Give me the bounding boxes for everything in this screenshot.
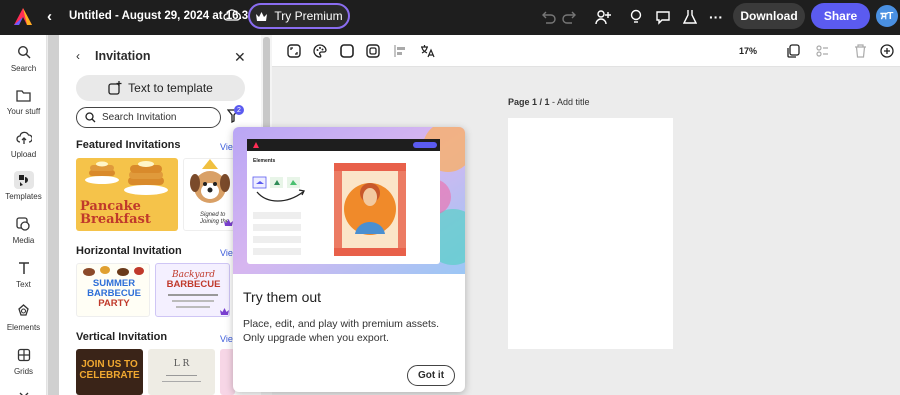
comment-icon[interactable] bbox=[654, 8, 672, 26]
popup-body: Place, edit, and play with premium asset… bbox=[243, 318, 440, 344]
app-logo-icon[interactable] bbox=[13, 7, 33, 27]
rail-item-elements[interactable]: Elements bbox=[0, 302, 47, 332]
add-page-icon[interactable] bbox=[879, 43, 895, 59]
left-rail: Search Your stuff Upload Templates Media… bbox=[0, 35, 47, 395]
dog-illustration bbox=[190, 159, 230, 203]
section-title-featured: Featured Invitations bbox=[76, 139, 181, 151]
thumb-join-line2: CELEBRATE bbox=[79, 370, 140, 381]
cloud-sync-icon[interactable] bbox=[223, 8, 241, 24]
trash-icon[interactable] bbox=[852, 43, 868, 59]
mock-panel-title: Elements bbox=[253, 158, 275, 164]
pages-icon[interactable] bbox=[786, 43, 802, 59]
search-icon bbox=[85, 112, 96, 123]
try-premium-button[interactable]: Try Premium bbox=[248, 3, 350, 29]
share-button[interactable]: Share bbox=[811, 3, 870, 29]
panel-back-icon[interactable]: ‹ bbox=[76, 49, 80, 63]
rail-label: Text bbox=[16, 280, 31, 289]
media-icon bbox=[14, 215, 34, 233]
grid-icon bbox=[14, 346, 34, 364]
palette-icon[interactable] bbox=[312, 43, 328, 59]
text-icon bbox=[14, 259, 34, 277]
thumb-join-line1: JOIN US TO bbox=[81, 359, 138, 370]
rail-item-search[interactable]: Search bbox=[0, 43, 47, 73]
templates-icon bbox=[13, 171, 34, 189]
top-bar: ‹ Untitled - August 29, 2024 at 16.30.58… bbox=[0, 0, 900, 35]
popup-title: Try them out bbox=[243, 289, 322, 305]
zoom-level[interactable]: 17% bbox=[739, 46, 757, 56]
canvas-page[interactable] bbox=[508, 118, 673, 349]
rail-item-media[interactable]: Media bbox=[0, 215, 47, 245]
text-to-template-label: Text to template bbox=[128, 81, 213, 95]
try-them-out-popup: Elements Try them out Place, edit, and p… bbox=[233, 127, 465, 392]
elements-icon bbox=[14, 302, 34, 320]
section-title-horizontal: Horizontal Invitation bbox=[76, 245, 182, 257]
page-number: Page 1 / 1 bbox=[508, 97, 550, 107]
rail-item-templates[interactable]: Templates bbox=[0, 171, 47, 201]
redo-icon[interactable] bbox=[561, 8, 579, 26]
thumb-backyard-line2: BARBECUE bbox=[166, 279, 221, 290]
rail-item-text[interactable]: Text bbox=[0, 259, 47, 289]
text-to-template-button[interactable]: Text to template bbox=[76, 75, 245, 101]
template-sparkle-icon bbox=[108, 81, 122, 95]
rail-label: Your stuff bbox=[6, 107, 41, 116]
close-icon[interactable]: ✕ bbox=[234, 49, 246, 66]
template-thumb-dog[interactable]: Signed to Joining the bbox=[183, 158, 235, 231]
section-title-vertical: Vertical Invitation bbox=[76, 331, 168, 343]
template-thumb-summer-bbq[interactable]: SUMMER BARBECUE PARTY bbox=[76, 263, 150, 317]
page-label[interactable]: Page 1 / 1 - Add title bbox=[508, 97, 590, 107]
search-icon bbox=[14, 43, 34, 61]
align-icon[interactable] bbox=[392, 43, 408, 59]
download-button[interactable]: Download bbox=[733, 3, 805, 29]
rail-item-your-stuff[interactable]: Your stuff bbox=[0, 86, 47, 116]
premium-assets-illustration: Elements bbox=[233, 127, 465, 274]
rail-label: Upload bbox=[10, 150, 37, 159]
invite-person-icon[interactable] bbox=[594, 8, 612, 26]
folder-icon bbox=[14, 86, 34, 104]
chevron-down-icon bbox=[14, 386, 34, 395]
rail-label: Grids bbox=[13, 367, 34, 376]
premium-crown-icon bbox=[220, 308, 229, 315]
template-thumb-backyard-bbq[interactable]: Backyard BARBECUE bbox=[155, 263, 230, 317]
thumb-pancake-line2: Breakfast bbox=[80, 212, 151, 227]
upload-cloud-icon bbox=[14, 129, 34, 147]
resize-icon[interactable] bbox=[286, 43, 302, 59]
crown-icon bbox=[256, 11, 268, 21]
avatar[interactable]: ਸT bbox=[876, 5, 898, 27]
flask-icon[interactable] bbox=[681, 8, 699, 26]
template-thumb-celebrate[interactable]: JOIN US TO CELEBRATE bbox=[76, 349, 143, 395]
undo-icon[interactable] bbox=[539, 8, 557, 26]
rail-more-indicator[interactable] bbox=[0, 386, 47, 395]
panel-title: Invitation bbox=[95, 49, 151, 63]
search-placeholder: Search Invitation bbox=[102, 112, 177, 123]
thumb-bbq-line3: PARTY bbox=[98, 298, 130, 309]
rail-item-upload[interactable]: Upload bbox=[0, 129, 47, 159]
premium-crown-icon bbox=[224, 219, 233, 226]
border-icon[interactable] bbox=[365, 43, 381, 59]
template-thumb-monogram[interactable]: L R bbox=[148, 349, 215, 395]
rail-label: Search bbox=[10, 64, 37, 73]
rail-label: Media bbox=[12, 236, 35, 245]
thumb-dog-caption-1: Signed to bbox=[200, 212, 226, 218]
try-premium-label: Try Premium bbox=[274, 9, 343, 23]
got-it-button[interactable]: Got it bbox=[407, 365, 455, 386]
rail-label: Templates bbox=[5, 192, 42, 201]
template-thumb-pancake[interactable]: Pancake Breakfast bbox=[76, 158, 178, 231]
lightbulb-icon[interactable] bbox=[627, 8, 645, 26]
thumb-monogram: L R bbox=[173, 359, 190, 369]
shape-square-icon[interactable] bbox=[339, 43, 355, 59]
panel-left-scrollbar[interactable] bbox=[48, 35, 59, 395]
search-input[interactable]: Search Invitation bbox=[76, 107, 221, 128]
more-options-icon[interactable]: ··· bbox=[707, 8, 725, 26]
layers-icon[interactable] bbox=[814, 43, 830, 59]
filter-count-badge: 2 bbox=[234, 105, 244, 115]
rail-label: Elements bbox=[6, 323, 41, 332]
bbq-food-icons bbox=[83, 266, 144, 276]
rail-item-grids[interactable]: Grids bbox=[0, 346, 47, 376]
back-chevron-icon[interactable]: ‹ bbox=[47, 8, 52, 25]
add-title-link[interactable]: - Add title bbox=[550, 97, 590, 107]
translate-icon[interactable] bbox=[419, 43, 435, 59]
